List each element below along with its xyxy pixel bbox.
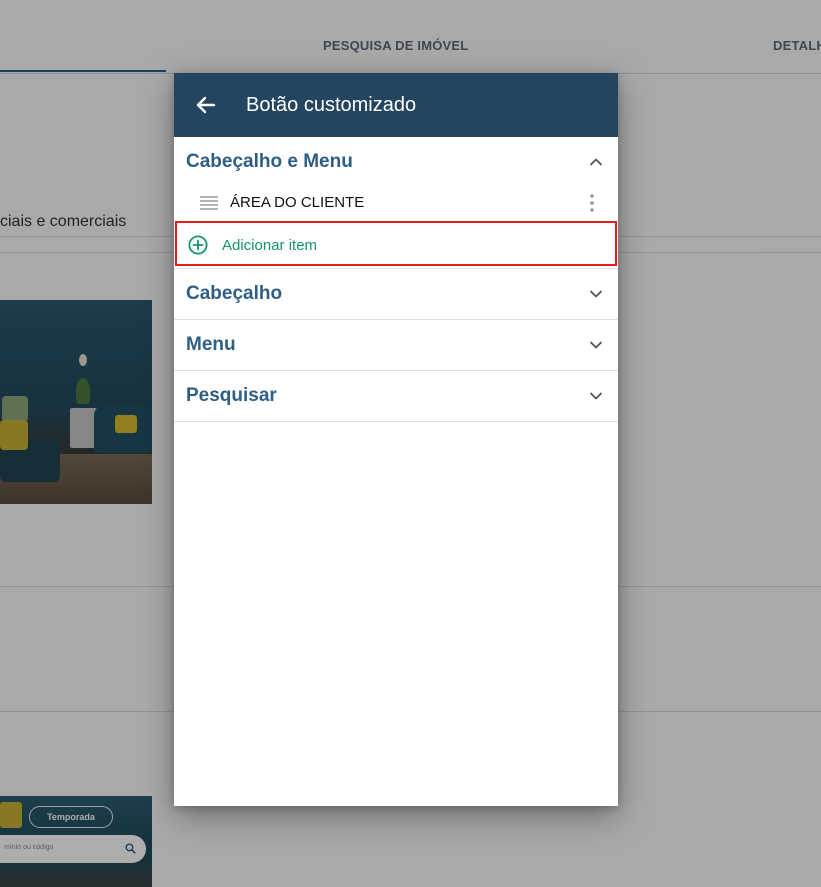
chevron-down-icon[interactable] (588, 337, 604, 353)
custom-button-dialog: Botão customizado Cabeçalho e Menu ÁREA … (174, 73, 618, 806)
section-title: Cabeçalho (186, 283, 283, 304)
section-title: Menu (186, 334, 236, 355)
chevron-down-icon[interactable] (588, 388, 604, 404)
item-label: ÁREA DO CLIENTE (230, 194, 365, 211)
section-title: Cabeçalho e Menu (186, 151, 353, 172)
add-item-label: Adicionar item (222, 237, 318, 254)
plus-circle-icon (188, 235, 208, 255)
drag-handle-icon[interactable] (200, 196, 218, 210)
section-pesquisar[interactable]: Pesquisar (174, 371, 618, 422)
section-title: Pesquisar (186, 385, 277, 406)
section-menu[interactable]: Menu (174, 320, 618, 371)
add-item-button[interactable]: Adicionar item (175, 221, 617, 266)
section-cabecalho-e-menu[interactable]: Cabeçalho e Menu (174, 137, 618, 187)
list-item[interactable]: ÁREA DO CLIENTE (174, 187, 618, 221)
dialog-title: Botão customizado (246, 94, 417, 116)
section-cabecalho[interactable]: Cabeçalho (174, 269, 618, 320)
arrow-left-icon[interactable] (194, 93, 218, 117)
chevron-up-icon[interactable] (588, 154, 604, 170)
chevron-down-icon[interactable] (588, 286, 604, 302)
dialog-header: Botão customizado (174, 73, 618, 137)
more-vertical-icon[interactable] (584, 193, 600, 213)
